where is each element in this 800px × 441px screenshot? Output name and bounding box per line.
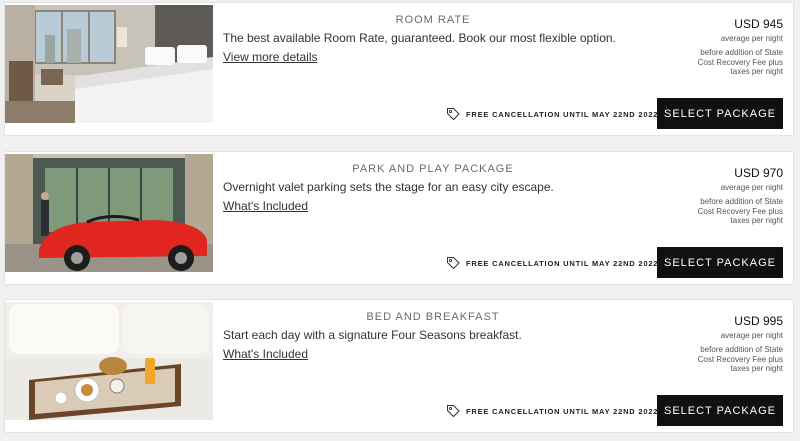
package-description: The best available Room Rate, guaranteed… — [223, 31, 616, 45]
package-description: Overnight valet parking sets the stage f… — [223, 180, 554, 194]
package-description: Start each day with a signature Four Sea… — [223, 328, 522, 342]
select-package-button[interactable]: SELECT PACKAGE — [657, 98, 783, 129]
free-cancellation-text: FREE CANCELLATION UNTIL MAY 22ND 2022 — [466, 109, 659, 119]
select-package-button[interactable]: SELECT PACKAGE — [657, 247, 783, 278]
breakfast-photo[interactable] — [5, 302, 213, 420]
package-title: PARK AND PLAY PACKAGE — [352, 163, 514, 175]
room-image — [5, 5, 213, 123]
package-price: USD 970 — [734, 166, 783, 180]
room-photo[interactable] — [5, 5, 213, 123]
package-card-room-rate: ROOM RATE The best available Room Rate, … — [4, 2, 794, 136]
price-per-night-label: average per night — [720, 183, 783, 192]
free-cancellation-note: FREE CANCELLATION UNTIL MAY 22ND 2022 — [446, 107, 658, 121]
tag-icon — [447, 405, 460, 418]
free-cancellation-note: FREE CANCELLATION UNTIL MAY 22ND 2022 — [446, 404, 658, 418]
package-title: BED AND BREAKFAST — [366, 311, 500, 323]
package-title: ROOM RATE — [395, 14, 471, 26]
breakfast-image — [5, 302, 213, 420]
car-photo[interactable] — [5, 154, 213, 272]
price-per-night-label: average per night — [720, 331, 783, 340]
free-cancellation-text: FREE CANCELLATION UNTIL MAY 22ND 2022 — [466, 406, 659, 416]
tax-note: before addition of State Cost Recovery F… — [697, 197, 783, 225]
package-card-bed-and-breakfast: BED AND BREAKFAST Start each day with a … — [4, 299, 794, 433]
free-cancellation-note: FREE CANCELLATION UNTIL MAY 22ND 2022 — [446, 256, 658, 270]
whats-included-link[interactable]: What's Included — [223, 347, 308, 361]
tag-icon — [447, 108, 460, 121]
package-price: USD 995 — [734, 314, 783, 328]
package-card-park-and-play: PARK AND PLAY PACKAGE Overnight valet pa… — [4, 151, 794, 285]
package-price: USD 945 — [734, 17, 783, 31]
free-cancellation-text: FREE CANCELLATION UNTIL MAY 22ND 2022 — [466, 258, 659, 268]
car-image — [5, 154, 213, 272]
select-package-button[interactable]: SELECT PACKAGE — [657, 395, 783, 426]
tax-note: before addition of State Cost Recovery F… — [697, 345, 783, 373]
tax-note: before addition of State Cost Recovery F… — [697, 48, 783, 76]
whats-included-link[interactable]: What's Included — [223, 199, 308, 213]
price-per-night-label: average per night — [720, 34, 783, 43]
view-more-details-link[interactable]: View more details — [223, 50, 318, 64]
tag-icon — [447, 257, 460, 270]
